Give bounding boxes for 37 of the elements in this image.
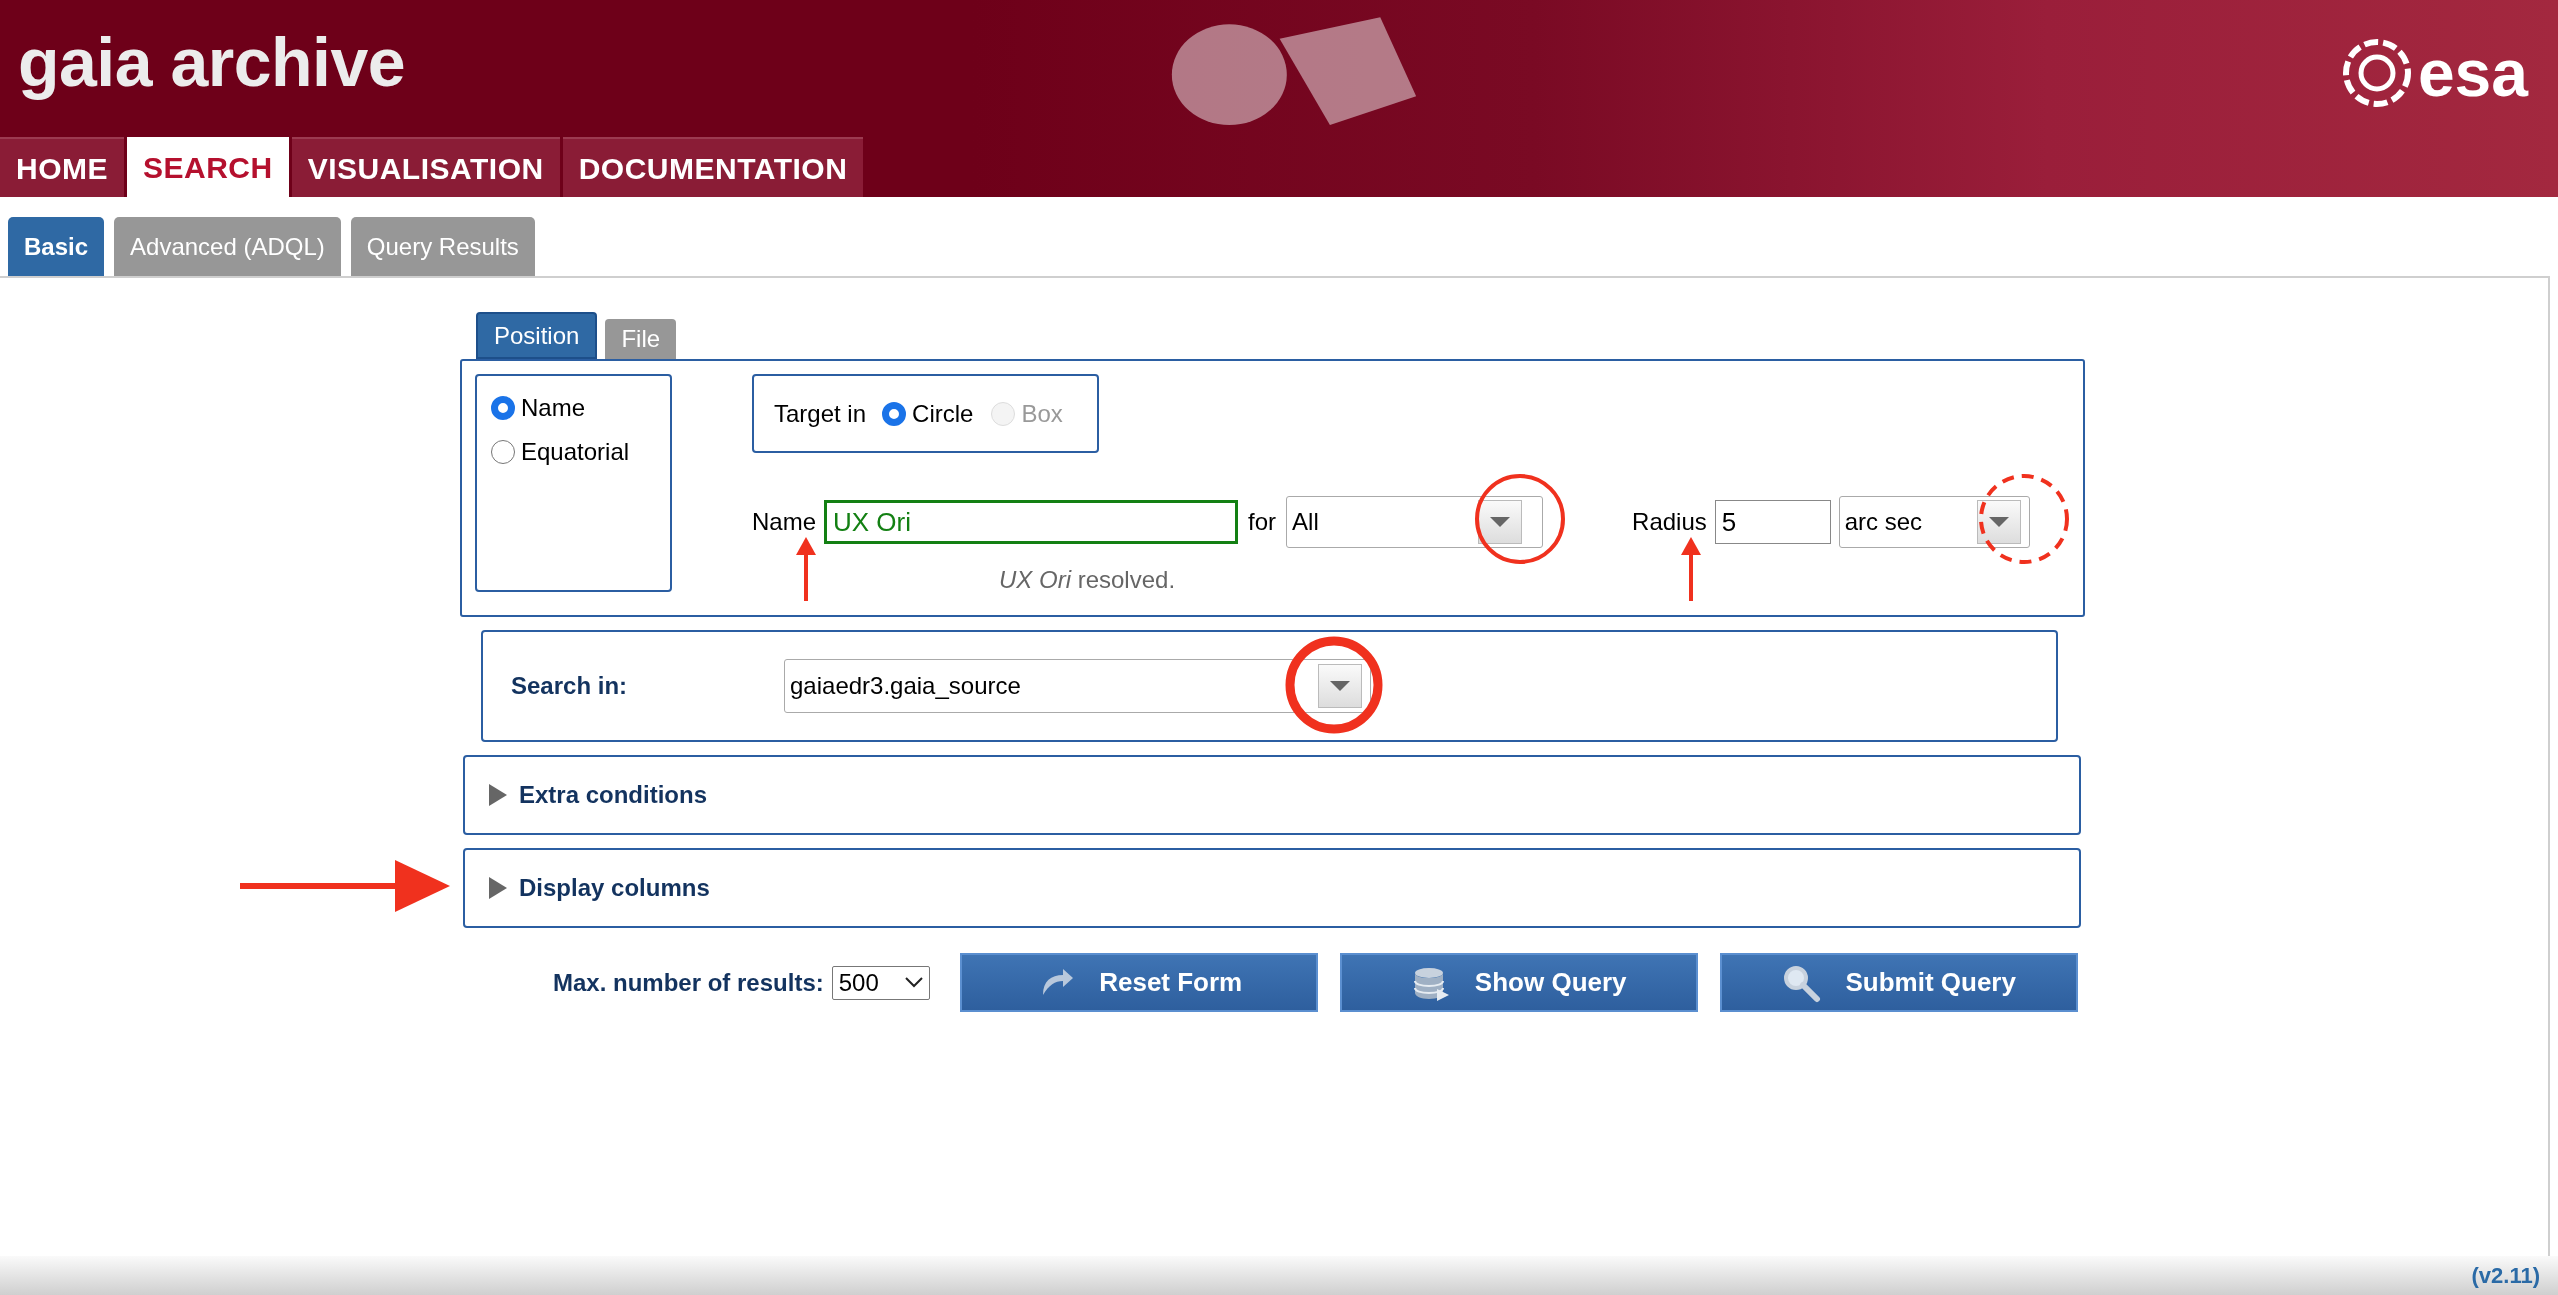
action-button[interactable]: Reset Form — [959, 953, 1318, 1012]
for-label: for — [1248, 507, 1277, 537]
max-results-select[interactable]: 500 — [831, 965, 930, 1000]
nav-tab[interactable]: DOCUMENTATION — [562, 137, 864, 197]
action-button[interactable]: Submit Query — [1719, 953, 2078, 1012]
radius-input[interactable]: 5 — [1714, 500, 1831, 544]
name-label: Name — [752, 507, 817, 537]
annotation-arrow — [1681, 537, 1701, 601]
for-select[interactable]: All — [1286, 496, 1544, 548]
radio-button[interactable] — [491, 440, 515, 464]
nav-tab[interactable]: HOME — [0, 137, 124, 197]
nav-tab[interactable]: SEARCH — [127, 137, 289, 197]
name-input[interactable]: UX Ori — [824, 500, 1239, 544]
logo-text: esa — [2417, 40, 2528, 106]
sub-tab[interactable]: Basic — [8, 217, 105, 276]
radio-button[interactable] — [882, 401, 907, 426]
search-in-label: Search in: — [511, 671, 629, 701]
chevron-down-icon — [904, 977, 923, 988]
version-label: (v2.11) — [2471, 1262, 2540, 1290]
table-select[interactable]: gaiaedr3.gaia_source — [784, 659, 1371, 713]
collapsible-section[interactable]: Extra conditions — [463, 755, 2081, 835]
radio-label: Circle — [912, 398, 974, 429]
radio-label: Equatorial — [521, 437, 630, 467]
position-tab[interactable]: Position — [476, 312, 598, 359]
nav-tab[interactable]: VISUALISATION — [291, 137, 560, 197]
resolve-status: UX Ori resolved. — [999, 565, 1176, 595]
action-button[interactable]: Show Query — [1339, 953, 1698, 1012]
annotation-arrow — [796, 537, 816, 601]
radio-button[interactable] — [491, 396, 515, 420]
target-in-label: Target in — [774, 398, 867, 429]
radio-label: Box — [1021, 398, 1063, 429]
collapsible-section[interactable]: Display columns — [463, 848, 2081, 928]
radio-label: Name — [521, 393, 586, 423]
radius-label: Radius — [1632, 507, 1707, 537]
logo-swirl-icon — [2341, 38, 2412, 108]
max-results-label: Max. number of results: — [553, 967, 824, 998]
unit-select[interactable]: arc sec — [1838, 496, 2030, 548]
